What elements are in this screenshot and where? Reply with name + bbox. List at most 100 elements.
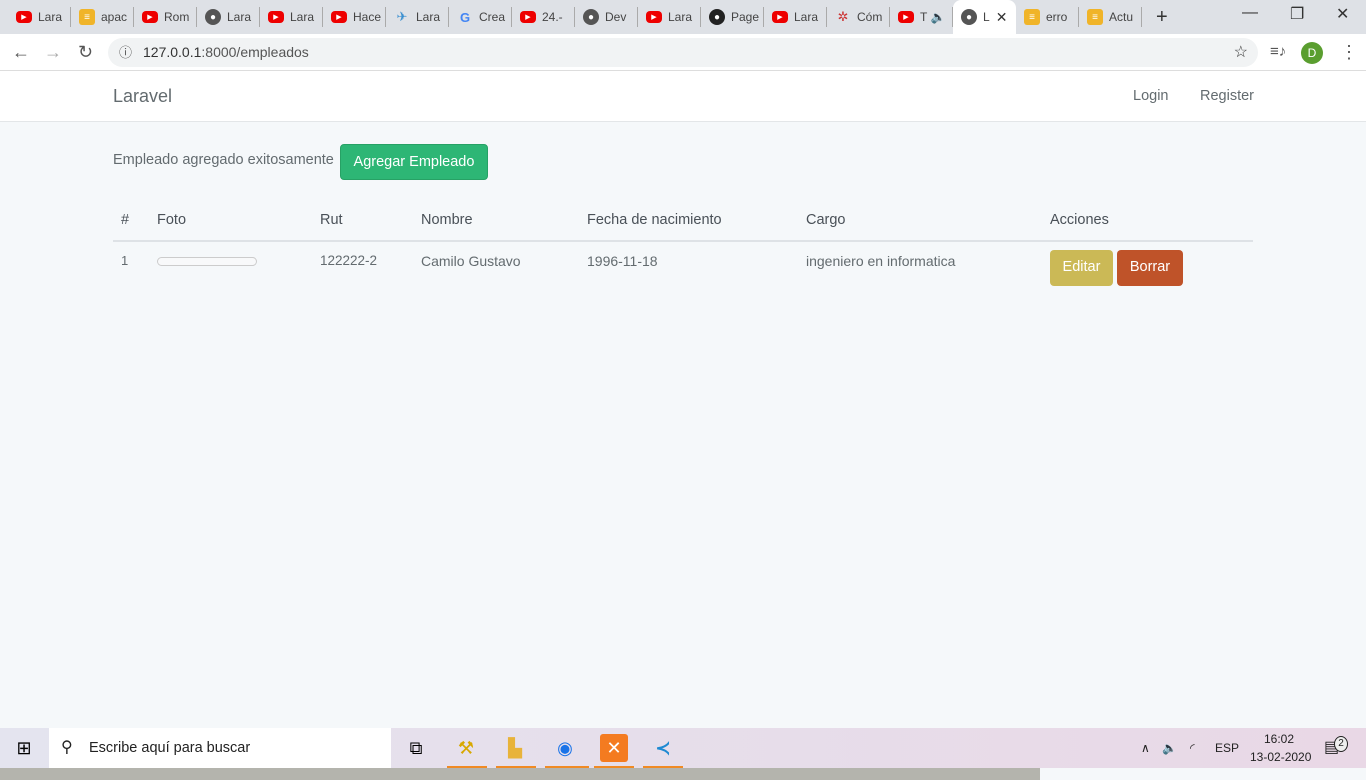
login-link[interactable]: Login — [1133, 88, 1168, 104]
browser-tab[interactable]: ▶ Rom — [134, 7, 197, 27]
browser-tab[interactable]: ✲ Cóm — [827, 7, 890, 27]
browser-tab[interactable]: ≡ apac — [71, 7, 134, 27]
clock-date[interactable]: 13-02-2020 — [1250, 750, 1311, 764]
tab-title: Lara — [227, 10, 252, 24]
youtube-icon: ▶ — [142, 11, 158, 23]
cell-fecha: 1996-11-18 — [587, 253, 658, 269]
col-header-cargo: Cargo — [806, 212, 846, 228]
browser-tab[interactable]: ▶ Lara — [764, 7, 827, 27]
windows-start-icon[interactable]: ⊞ — [10, 734, 38, 762]
tab-close-icon[interactable]: ✕ — [996, 9, 1008, 26]
tab-title: Page — [731, 10, 760, 24]
xampp-icon[interactable]: ✕ — [600, 734, 628, 762]
youtube-icon: ▶ — [520, 11, 536, 23]
google-icon: G — [459, 9, 471, 25]
app-tool-icon[interactable]: ⚒ — [452, 734, 480, 762]
globe-icon: ● — [583, 9, 599, 25]
col-header-rut: Rut — [320, 212, 343, 228]
maximize-button[interactable]: ❐ — [1290, 4, 1304, 24]
windows-taskbar: ⊞ ⚲ Escribe aquí para buscar ⧉ ⚒ ▙ ◉ ✕ ≺… — [0, 728, 1366, 768]
tab-title: erro — [1046, 10, 1068, 24]
browser-tab[interactable]: ● Lara — [197, 7, 260, 27]
browser-tab[interactable]: ▶ Lara — [8, 7, 71, 27]
info-icon[interactable]: ⓘ — [119, 38, 132, 67]
language-indicator[interactable]: ESP — [1215, 728, 1239, 768]
youtube-icon: ▶ — [16, 11, 32, 23]
col-header-nombre: Nombre — [421, 212, 473, 228]
tab-title: T 🔈 — [920, 10, 946, 24]
tab-title: Lara — [416, 10, 441, 24]
browser-tab[interactable]: ≡ Actu — [1079, 7, 1142, 27]
chrome-icon[interactable]: ◉ — [551, 734, 579, 762]
edit-button[interactable]: Editar — [1050, 250, 1113, 286]
url-input[interactable]: ⓘ 127.0.0.1:8000/empleados ☆ — [108, 38, 1258, 67]
tab-title: Actu — [1109, 10, 1134, 24]
tab-title: Lara — [794, 10, 819, 24]
new-tab-button[interactable]: + — [1156, 6, 1168, 29]
tab-title: Crea — [479, 10, 506, 24]
tab-title: Hace — [353, 10, 382, 24]
table-header-divider — [113, 240, 1253, 242]
success-message: Empleado agregado exitosamente — [113, 152, 334, 168]
notification-count: 2 — [1334, 736, 1348, 752]
col-header-number: # — [121, 212, 130, 228]
browser-tab[interactable]: ● Page — [701, 7, 764, 27]
tab-title: Lara — [38, 10, 63, 24]
close-window-button[interactable]: ✕ — [1336, 4, 1349, 24]
globe-icon: ● — [205, 9, 221, 25]
file-explorer-icon[interactable]: ▙ — [501, 734, 529, 762]
show-hidden-icons[interactable]: ∧ — [1141, 728, 1150, 768]
tab-title: Lara — [290, 10, 315, 24]
browser-tab[interactable]: ✈ Lara — [386, 7, 449, 27]
wifi-icon[interactable]: ◜ — [1190, 728, 1195, 768]
add-employee-button[interactable]: Agregar Empleado — [340, 144, 488, 180]
browser-tab[interactable]: ▶ 24.- — [512, 7, 575, 27]
taskbar-search[interactable]: ⚲ Escribe aquí para buscar — [49, 728, 391, 768]
youtube-icon: ▶ — [268, 11, 284, 23]
delete-button[interactable]: Borrar — [1117, 250, 1183, 286]
url-host: 127.0.0.1 — [143, 44, 202, 60]
brand-link[interactable]: Laravel — [113, 86, 172, 107]
register-link[interactable]: Register — [1200, 88, 1254, 104]
browser-tab[interactable]: ▶ Lara — [260, 7, 323, 27]
youtube-icon: ▶ — [331, 11, 347, 23]
col-header-foto: Foto — [157, 212, 187, 228]
cell-id: 1 — [121, 253, 129, 268]
youtube-icon: ▶ — [898, 11, 914, 23]
browser-tab[interactable]: ● L ✕ — [953, 0, 1016, 34]
browser-tab[interactable]: ▶ T 🔈 — [890, 7, 953, 27]
browser-tab[interactable]: ≡ erro — [1016, 7, 1079, 27]
col-header-fecha: Fecha de nacimiento — [587, 212, 722, 228]
reload-icon[interactable]: ↻ — [78, 42, 93, 63]
photo-image — [157, 257, 257, 266]
stackoverflow-icon: ≡ — [1087, 9, 1103, 25]
url-path: :8000/empleados — [201, 44, 309, 60]
task-view-icon[interactable]: ⧉ — [402, 734, 430, 762]
bottom-strip — [0, 768, 1040, 780]
github-icon: ● — [709, 9, 725, 25]
stackoverflow-icon: ≡ — [1024, 9, 1040, 25]
address-bar-row: ← → ↻ ⓘ 127.0.0.1:8000/empleados ☆ ≡♪ D … — [0, 34, 1366, 71]
tab-title: L — [983, 10, 990, 24]
volume-icon[interactable]: 🔈 — [1162, 728, 1177, 768]
bookmark-star-icon[interactable]: ☆ — [1234, 38, 1248, 67]
clock-time[interactable]: 16:02 — [1264, 732, 1294, 746]
browser-tab[interactable]: ● Dev — [575, 7, 638, 27]
back-icon[interactable]: ← — [12, 42, 30, 63]
send-icon: ✈ — [396, 9, 408, 24]
browser-tab[interactable]: ▶ Hace — [323, 7, 386, 27]
media-control-icon[interactable]: ≡♪ — [1270, 43, 1286, 60]
tab-title: Cóm — [857, 10, 883, 24]
vscode-icon[interactable]: ≺ — [649, 734, 677, 762]
tab-strip: ▶ Lara ≡ apac ▶ Rom ● Lara ▶ Lara ▶ Hace ✈ Lara G Crea ▶… — [0, 0, 1366, 34]
browser-tab[interactable]: G Crea — [449, 7, 512, 27]
browser-tab[interactable]: ▶ Lara — [638, 7, 701, 27]
col-header-acciones: Acciones — [1050, 212, 1109, 228]
forward-icon[interactable]: → — [44, 42, 62, 63]
profile-avatar[interactable]: D — [1301, 42, 1323, 64]
search-icon: ⚲ — [61, 739, 73, 756]
cell-nombre: Camilo Gustavo — [421, 253, 521, 269]
menu-icon[interactable]: ⋮ — [1340, 42, 1358, 63]
minimize-button[interactable]: — — [1242, 4, 1258, 22]
other-icon: ✲ — [837, 9, 849, 24]
